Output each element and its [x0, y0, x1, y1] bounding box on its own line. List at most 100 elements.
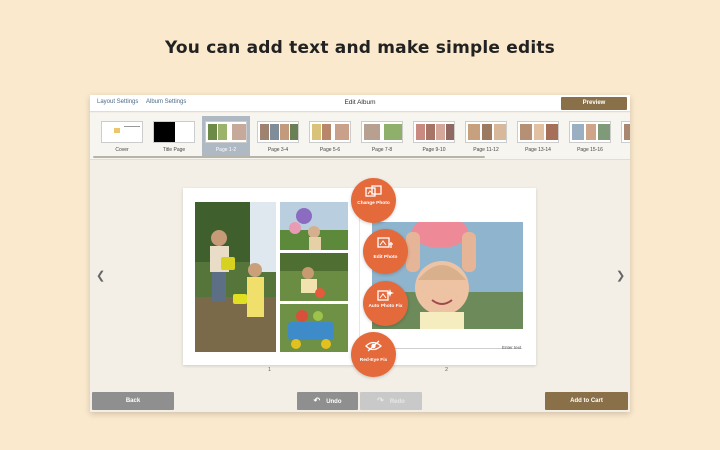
thumbnail-label: Page 3-4	[267, 147, 289, 153]
red-eye-fix-label: Red-Eye Fix	[359, 358, 388, 363]
thumbnail-image	[569, 121, 611, 143]
thumbnail-label: Page 9-10	[422, 147, 446, 153]
thumbnail-label: Page 13-14	[525, 147, 551, 153]
mini-photo	[546, 124, 558, 140]
thumbnail-page-7-8[interactable]: Page 7-8	[358, 116, 406, 156]
mini-photo	[436, 124, 445, 140]
add-to-cart-button[interactable]: Add to Cart	[545, 392, 628, 410]
left-page-number: 1	[268, 367, 272, 373]
mini-photo	[446, 124, 454, 140]
mini-photo	[312, 124, 321, 140]
photo-balloons[interactable]	[280, 202, 348, 250]
thumbnail-page-13-14[interactable]: Page 13-14	[514, 116, 562, 156]
redo-arrow-icon: ↷	[377, 396, 384, 405]
page-thumbnail-strip[interactable]: Cover Title Page Page 1-2 Page 3-4 Page …	[90, 113, 630, 160]
mini-photo	[364, 124, 380, 140]
mini-photo	[218, 124, 227, 140]
thumbnail-title-page[interactable]: Title Page	[150, 116, 198, 156]
mini-photo	[384, 124, 402, 140]
thumbnail-page-9-10[interactable]: Page 9-10	[410, 116, 458, 156]
title-page-black	[154, 122, 175, 142]
photo-toy-cart-art	[288, 310, 334, 349]
auto-photo-fix-button[interactable]: Auto Photo Fix	[363, 281, 408, 326]
thumbnail-label: Page 5-6	[319, 147, 341, 153]
mini-photo	[598, 124, 610, 140]
preview-button[interactable]: Preview	[561, 97, 627, 110]
redo-label: Redo	[389, 399, 405, 405]
red-eye-fix-button[interactable]: Red-Eye Fix	[351, 332, 396, 377]
photo-toy-cart[interactable]	[280, 304, 348, 352]
edit-photo-button[interactable]: Edit Photo	[363, 229, 408, 274]
mini-photo	[426, 124, 435, 140]
undo-label: Undo	[326, 399, 342, 405]
thumbnail-page-1-2[interactable]: Page 1-2	[202, 116, 250, 156]
right-page-number: 2	[445, 367, 449, 373]
thumbnail-scrollbar[interactable]	[93, 156, 485, 158]
thumbnail-image	[517, 121, 559, 143]
thumbnail-label: Page 15-16	[577, 147, 603, 153]
mini-photo	[624, 124, 630, 140]
undo-button[interactable]: ↶ Undo	[297, 392, 358, 410]
thumbnail-image	[413, 121, 455, 143]
red-eye-icon	[365, 340, 382, 352]
thumbnail-label: Title Page	[162, 147, 186, 153]
thumbnail-image	[153, 121, 195, 143]
redo-button[interactable]: ↷ Redo	[360, 392, 422, 410]
cover-text-line	[124, 126, 140, 127]
undo-arrow-icon: ↶	[313, 396, 321, 405]
mini-photo	[322, 124, 331, 140]
cover-sticker	[114, 128, 120, 133]
photo-balloons-art	[280, 208, 348, 250]
mini-photo	[290, 124, 298, 140]
mini-photo	[232, 124, 246, 140]
photo-girl-grass-art	[280, 253, 348, 298]
thumbnail-page-3-4[interactable]: Page 3-4	[254, 116, 302, 156]
photo-girl-grass[interactable]	[280, 253, 348, 301]
bottom-bar: Back ↶ Undo ↷ Redo Add to Cart	[90, 389, 630, 412]
mini-photo	[208, 124, 217, 140]
thumbnail-image	[361, 121, 403, 143]
top-bar: Layout Settings Album Settings Edit Albu…	[90, 95, 630, 112]
album-editor-window: Layout Settings Album Settings Edit Albu…	[90, 95, 630, 412]
mini-photo	[482, 124, 492, 140]
thumbnail-page-11-12[interactable]: Page 11-12	[462, 116, 510, 156]
thumbnail-image	[465, 121, 507, 143]
change-photo-icon	[365, 185, 382, 197]
mini-photo	[534, 124, 544, 140]
thumbnail-page-5-6[interactable]: Page 5-6	[306, 116, 354, 156]
thumbnail-cover[interactable]: Cover	[98, 116, 146, 156]
edit-photo-label: Edit Photo	[373, 255, 398, 260]
change-photo-button[interactable]: Change Photo	[351, 178, 396, 223]
thumbnail-label: Page 1-2	[215, 147, 237, 153]
chevron-left-icon[interactable]: ❮	[96, 269, 105, 282]
mini-photo	[335, 124, 349, 140]
edit-photo-icon	[377, 237, 393, 248]
photo-kids-watering[interactable]	[195, 202, 276, 352]
mini-photo	[280, 124, 289, 140]
text-input-placeholder[interactable]: Enter text.	[502, 345, 523, 350]
mini-photo	[416, 124, 425, 140]
thumbnail-page-15-16[interactable]: Page 15-16	[566, 116, 614, 156]
mini-photo	[260, 124, 269, 140]
mini-photo	[468, 124, 480, 140]
mini-photo	[586, 124, 596, 140]
mini-photo	[270, 124, 279, 140]
thumbnail-image	[621, 121, 630, 143]
headline: You can add text and make simple edits	[164, 38, 556, 58]
thumbnail-image	[101, 121, 143, 143]
thumbnail-image	[205, 121, 247, 143]
editing-canvas: ❮ ❯ Enter text. 1 2 Change Photo Edit Ph…	[90, 161, 630, 389]
photo-kids-watering-art	[195, 202, 276, 352]
thumbnail-label: Cover	[115, 147, 129, 153]
thumbnail-label: Page 7-8	[371, 147, 393, 153]
mini-photo	[520, 124, 532, 140]
thumbnail-image	[309, 121, 351, 143]
mini-photo	[494, 124, 506, 140]
window-title: Edit Album	[344, 99, 376, 106]
chevron-right-icon[interactable]: ❯	[616, 269, 625, 282]
thumbnail-next-partial[interactable]	[618, 116, 630, 156]
thumbnail-label: Page 11-12	[473, 147, 499, 153]
change-photo-label: Change Photo	[357, 201, 390, 206]
back-button[interactable]: Back	[92, 392, 174, 410]
auto-fix-icon	[377, 289, 394, 301]
